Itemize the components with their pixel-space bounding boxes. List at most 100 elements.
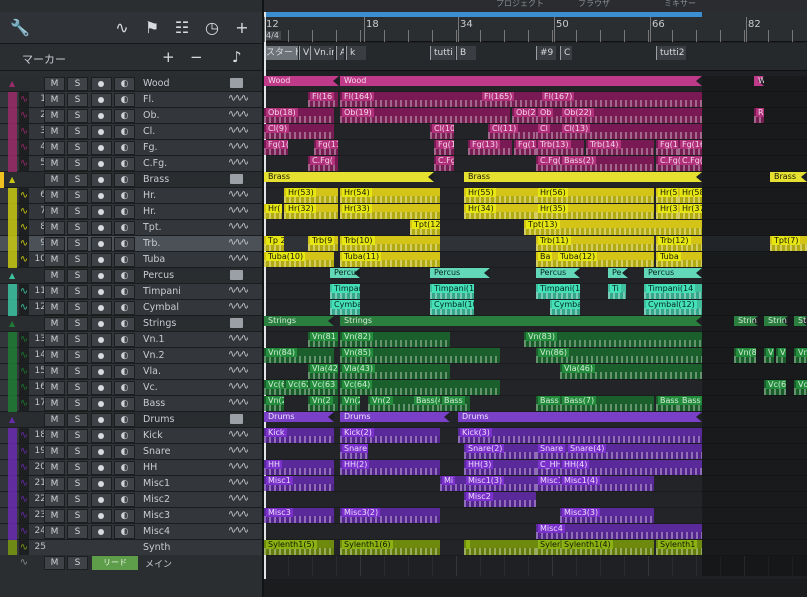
arrangement-marker[interactable]: A xyxy=(336,46,344,60)
event-clip[interactable]: Vc(64) xyxy=(340,380,500,395)
event-clip[interactable]: Tpt(12 xyxy=(410,220,440,235)
solo-button[interactable]: S xyxy=(67,381,88,395)
mute-button[interactable]: M xyxy=(44,445,65,459)
event-clip[interactable]: Vn(85) xyxy=(340,348,500,363)
event-clip[interactable]: Misc3(3) xyxy=(560,508,654,523)
monitor-button[interactable]: ◐ xyxy=(114,349,135,363)
solo-button[interactable]: S xyxy=(67,477,88,491)
event-clip[interactable]: Vc(62 xyxy=(284,380,308,395)
event-clip[interactable]: Fg(16) xyxy=(678,140,702,155)
record-arm-button[interactable] xyxy=(91,285,112,299)
event-clip[interactable]: Vn(2 xyxy=(368,396,412,411)
folder-track-row[interactable]: ▲ M S ◐ Drums xyxy=(0,412,262,428)
automation-icon[interactable]: ∿ xyxy=(19,396,29,411)
mute-button[interactable]: M xyxy=(44,173,65,187)
record-arm-button[interactable] xyxy=(91,93,112,107)
event-clip[interactable]: Hr(55) xyxy=(464,188,536,203)
folder-clip[interactable]: Percus xyxy=(330,268,360,278)
event-clip[interactable]: Trb(11) xyxy=(536,236,654,251)
monitor-button[interactable]: ◐ xyxy=(114,253,135,267)
track-row[interactable]: ∿ 18 M S ◐ Kick ∿∿∿ xyxy=(0,428,262,444)
track-name[interactable]: Fl. xyxy=(143,94,154,105)
record-arm-button[interactable] xyxy=(91,429,112,443)
track-row[interactable]: ∿ 13 M S ◐ Vn.1 ∿∿∿ xyxy=(0,332,262,348)
record-arm-button[interactable] xyxy=(91,349,112,363)
event-clip[interactable]: Ba xyxy=(536,252,556,267)
expand-toggle-icon[interactable]: ▲ xyxy=(9,79,15,88)
event-clip[interactable]: Hr(34) xyxy=(464,204,536,219)
record-arm-button[interactable] xyxy=(91,461,112,475)
automation-icon[interactable]: ∿ xyxy=(19,364,29,379)
track-name[interactable]: Trb. xyxy=(143,238,160,249)
solo-button[interactable]: S xyxy=(67,397,88,411)
event-clip[interactable]: Snare(4) xyxy=(566,444,702,459)
event-clip[interactable]: C.Fg(1 xyxy=(434,156,454,171)
waveform-icon[interactable]: ∿∿∿ xyxy=(228,93,249,104)
folder-clip[interactable]: Wood xyxy=(340,76,702,86)
arrangement-marker[interactable]: スタート xyxy=(264,46,298,60)
mute-button[interactable]: M xyxy=(44,157,65,171)
event-clip[interactable]: Vn(2 xyxy=(264,396,284,411)
solo-button[interactable]: S xyxy=(67,253,88,267)
record-arm-button[interactable] xyxy=(91,125,112,139)
event-clip[interactable]: Timpani(1 xyxy=(536,284,580,299)
tab-project[interactable]: プロジェクト xyxy=(496,0,544,9)
event-clip[interactable]: Vn(81 xyxy=(308,332,338,347)
event-clip[interactable]: Cl(10 xyxy=(430,124,454,139)
event-clip[interactable]: Kick(3) xyxy=(458,428,702,443)
record-arm-button[interactable] xyxy=(91,237,112,251)
mute-button[interactable]: M xyxy=(44,461,65,475)
track-name[interactable]: Drums xyxy=(143,414,174,425)
event-clip[interactable]: Bass xyxy=(678,396,702,411)
event-clip[interactable]: Snare xyxy=(536,444,566,459)
folder-clip[interactable]: Str xyxy=(794,316,807,326)
folder-clip[interactable]: Pe xyxy=(608,268,628,278)
mute-button[interactable]: M xyxy=(44,333,65,347)
event-clip[interactable]: C.Fg( xyxy=(308,156,338,171)
add-marker-button[interactable]: + xyxy=(162,48,175,66)
event-clip[interactable]: Kick xyxy=(264,428,334,443)
track-row[interactable]: ∿7MS◐Hr.∿∿∿ xyxy=(0,204,262,220)
flag-icon[interactable]: ⚑ xyxy=(140,16,164,40)
waveform-icon[interactable]: ∿∿∿ xyxy=(228,141,249,152)
folder-clip[interactable]: Drums xyxy=(340,412,450,422)
event-clip[interactable]: Cl xyxy=(536,124,560,139)
automation-icon[interactable]: ∿ xyxy=(19,460,29,475)
track-row[interactable]: ∿ 12 M S ◐ Cymbal ∿∿∿ xyxy=(0,300,262,316)
event-clip[interactable]: Hr(58) xyxy=(678,188,702,203)
event-clip[interactable]: Misc1 xyxy=(536,476,560,491)
monitor-button[interactable]: ◐ xyxy=(114,509,135,523)
event-clip[interactable]: Vn xyxy=(764,348,774,363)
solo-button[interactable]: S xyxy=(67,445,88,459)
track-name[interactable]: Snare xyxy=(143,446,170,457)
folder-icon[interactable] xyxy=(230,270,243,280)
monitor-button[interactable]: ◐ xyxy=(114,317,135,331)
event-clip[interactable]: Tp 2( xyxy=(264,236,284,251)
record-arm-button[interactable] xyxy=(91,381,112,395)
mute-button[interactable]: M xyxy=(44,509,65,523)
event-clip[interactable]: Tpt(7) xyxy=(770,236,807,251)
event-clip[interactable]: Vn(83) xyxy=(524,332,702,347)
track-name[interactable]: Tpt. xyxy=(143,222,162,233)
solo-button[interactable]: S xyxy=(67,509,88,523)
solo-button[interactable]: S xyxy=(67,141,88,155)
track-row[interactable]: ∿6MS◐Hr.∿∿∿ xyxy=(0,188,262,204)
marker-lane[interactable]: スタートVn.inVn.inAktuttiB#9Ctutti2 xyxy=(264,43,807,71)
event-clip[interactable]: Ri xyxy=(754,108,764,123)
mute-button[interactable]: M xyxy=(44,381,65,395)
arrangement-marker[interactable]: tutti xyxy=(430,46,455,60)
event-clip[interactable]: Bass(4) xyxy=(412,396,440,411)
expand-toggle-icon[interactable]: ▲ xyxy=(9,175,15,184)
solo-button[interactable]: S xyxy=(67,109,88,123)
folder-clip[interactable]: Percus xyxy=(644,268,702,278)
track-row[interactable]: ∿9MS◐Trb.∿∿∿ xyxy=(0,236,262,252)
event-clip[interactable]: Fg(14 xyxy=(514,140,536,155)
event-clip[interactable]: Mi xyxy=(440,476,464,491)
automation-icon[interactable]: ∿ xyxy=(19,332,29,347)
record-arm-button[interactable] xyxy=(91,253,112,267)
event-clip[interactable]: C.Fg( xyxy=(536,156,560,171)
folder-track-row[interactable]: ▲ M S ◐ Brass xyxy=(0,172,262,188)
automation-icon[interactable]: ∿ xyxy=(19,476,29,491)
folder-clip[interactable]: Strings xyxy=(340,316,702,326)
folder-clip[interactable]: Brass xyxy=(464,172,702,182)
